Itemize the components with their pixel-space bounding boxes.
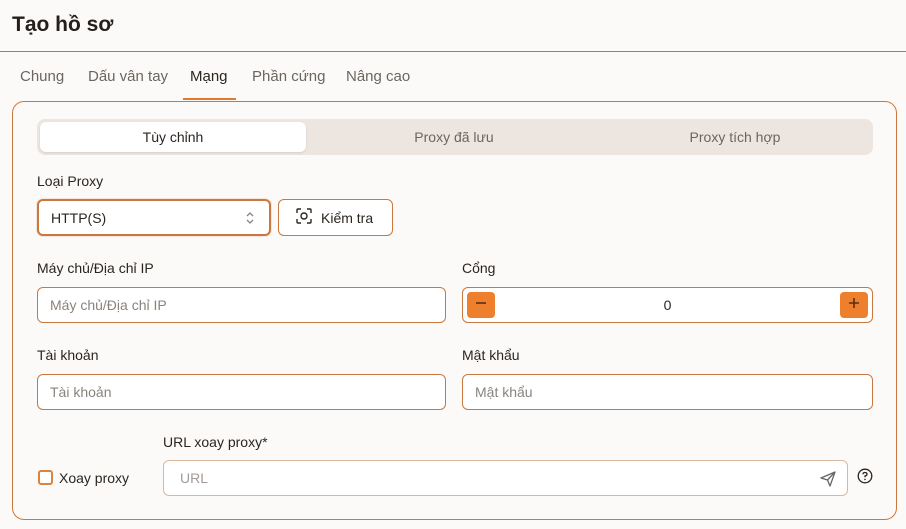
scan-icon [296, 208, 312, 227]
port-stepper[interactable]: 0 [462, 287, 873, 323]
proxy-source-switch: Tùy chỉnh Proxy đã lưu Proxy tích hợp [37, 119, 873, 155]
page-title: Tạo hồ sơ [12, 13, 114, 36]
proxy-type-select[interactable]: HTTP(S) [37, 199, 271, 236]
help-icon[interactable] [857, 468, 873, 484]
rotate-proxy-checkbox[interactable] [38, 470, 53, 485]
port-label: Cổng [462, 260, 496, 276]
host-input[interactable] [50, 297, 445, 313]
proxy-source-integrated[interactable]: Proxy tích hợp [602, 122, 868, 152]
account-label: Tài khoản [37, 347, 99, 363]
tab-hardware[interactable]: Phần cứng [252, 68, 325, 85]
host-label: Máy chủ/Địa chỉ IP [37, 260, 154, 276]
host-field[interactable] [37, 287, 446, 323]
tab-fingerprint[interactable]: Dấu vân tay [88, 68, 168, 85]
network-panel: Tùy chỉnh Proxy đã lưu Proxy tích hợp Lo… [12, 101, 897, 520]
active-tab-indicator [183, 98, 236, 100]
tab-network[interactable]: Mạng [190, 68, 228, 85]
proxy-type-value: HTTP(S) [51, 209, 107, 226]
send-icon[interactable] [819, 470, 837, 488]
password-field[interactable] [462, 374, 873, 410]
decrement-button[interactable] [467, 292, 495, 318]
proxy-type-label: Loại Proxy [37, 173, 104, 189]
account-input[interactable] [50, 384, 445, 400]
plus-icon [848, 296, 860, 314]
rotate-proxy-label[interactable]: Xoay proxy [59, 470, 129, 486]
tab-bar: Chung Dấu vân tay Mạng Phần cứng Nâng ca… [0, 52, 906, 102]
account-field[interactable] [37, 374, 446, 410]
rotate-url-label: URL xoay proxy* [163, 434, 268, 450]
tab-advanced[interactable]: Nâng cao [346, 68, 410, 85]
check-proxy-label: Kiểm tra [321, 209, 374, 226]
tab-general[interactable]: Chung [20, 68, 64, 85]
password-input[interactable] [475, 384, 872, 400]
port-value[interactable]: 0 [503, 288, 832, 322]
rotate-url-input[interactable] [180, 470, 780, 486]
proxy-source-custom[interactable]: Tùy chỉnh [40, 122, 306, 152]
chevron-updown-icon [245, 210, 255, 226]
minus-icon [475, 296, 487, 314]
check-proxy-button[interactable]: Kiểm tra [278, 199, 393, 236]
rotate-url-field[interactable] [163, 460, 848, 496]
password-label: Mật khẩu [462, 347, 520, 363]
proxy-source-saved[interactable]: Proxy đã lưu [321, 122, 587, 152]
increment-button[interactable] [840, 292, 868, 318]
